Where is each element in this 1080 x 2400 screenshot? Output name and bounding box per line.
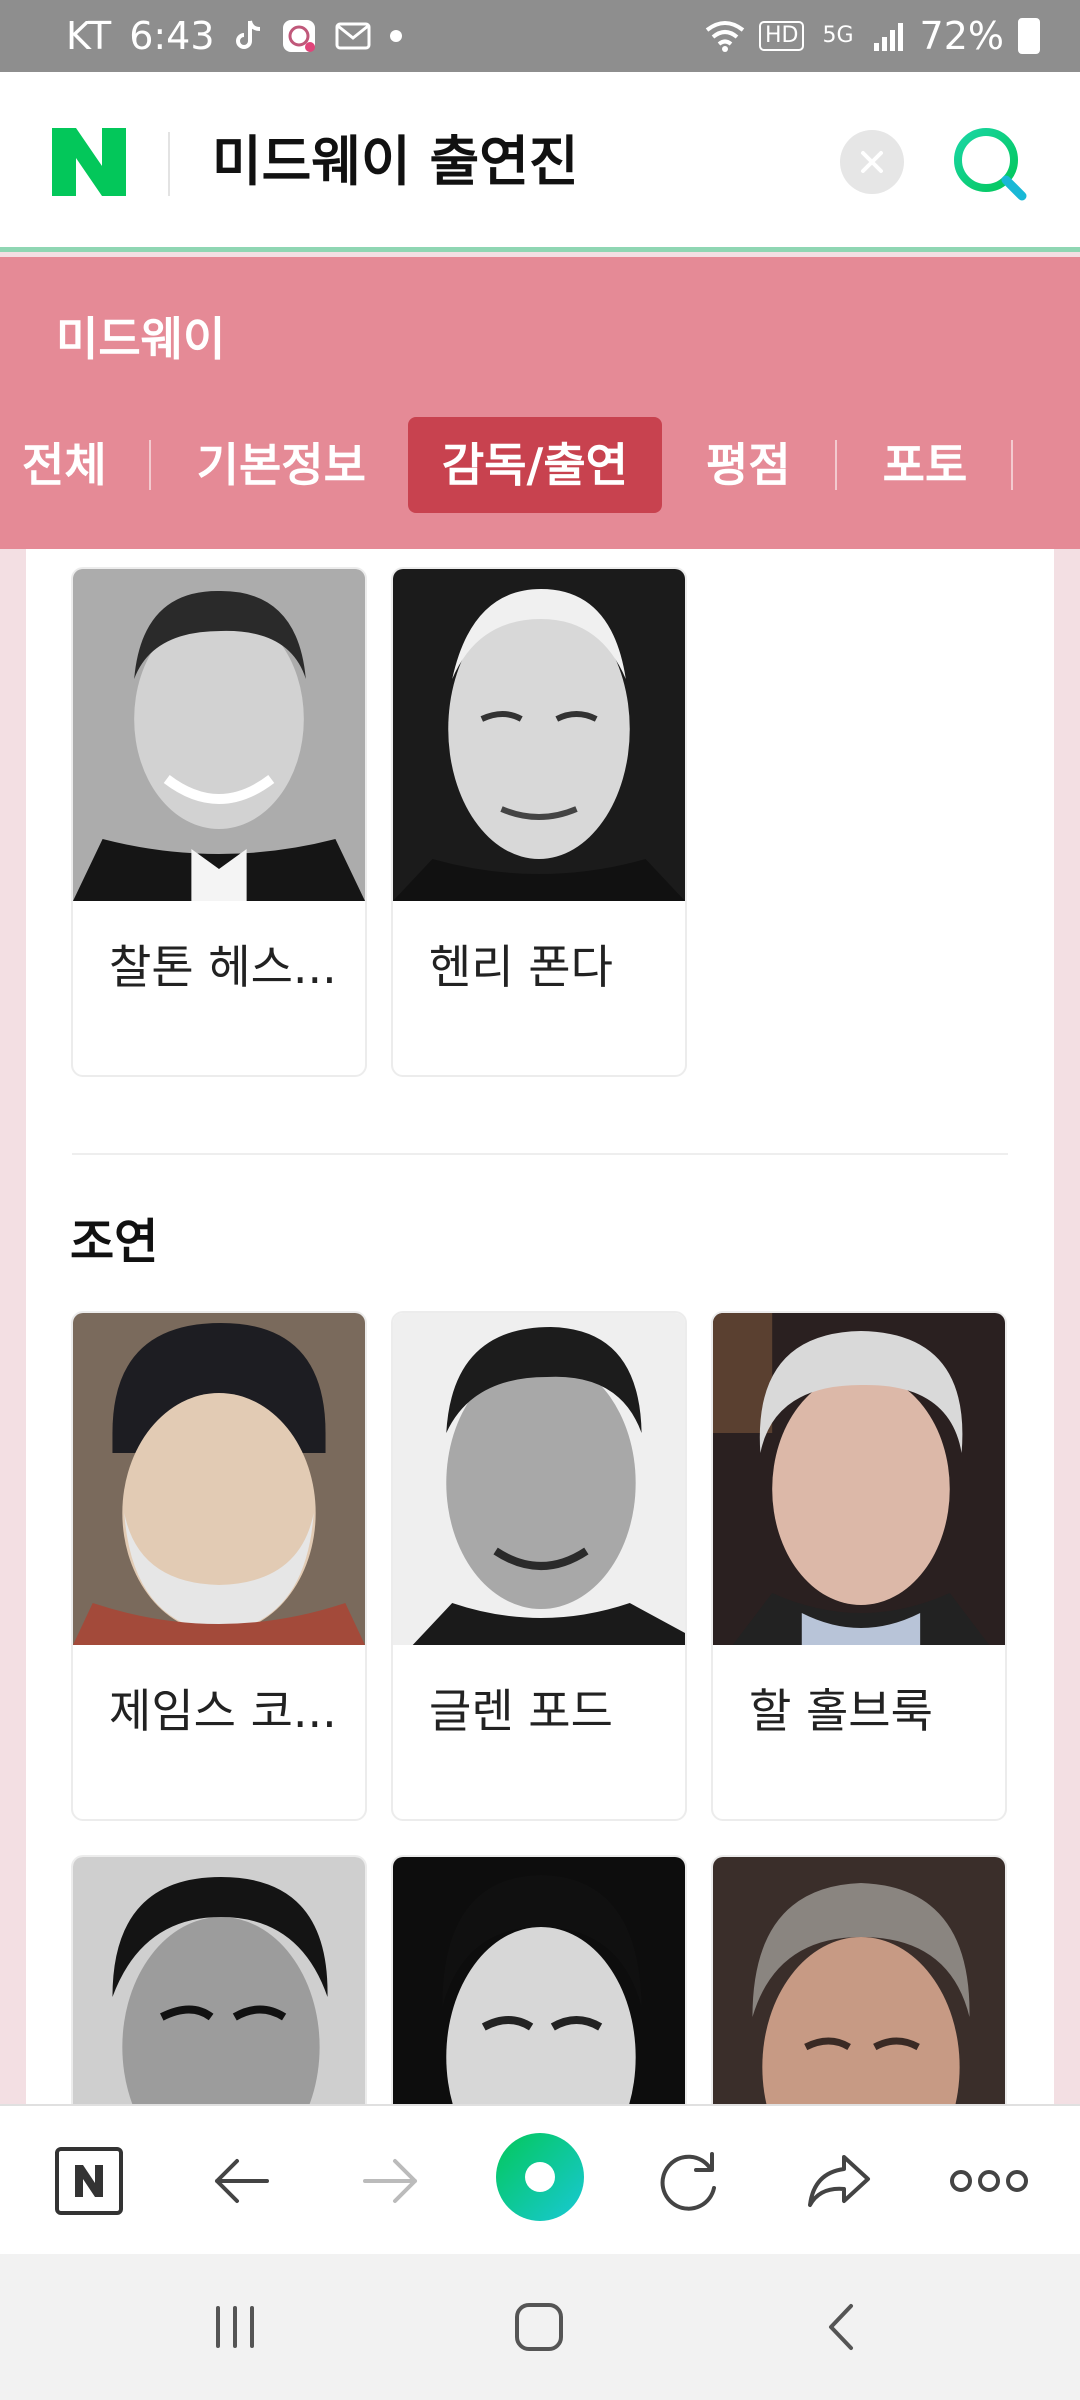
section-divider: [72, 1153, 1008, 1155]
actor-photo: [73, 1857, 365, 2104]
cast-card[interactable]: [391, 1855, 687, 2104]
hd-indicator: HD: [759, 21, 805, 51]
tab-rating[interactable]: 평점: [706, 417, 791, 513]
forward-button[interactable]: [346, 2136, 436, 2226]
cast-card[interactable]: [711, 1855, 1007, 2104]
wifi-icon: [705, 20, 745, 52]
naver-logo[interactable]: [52, 128, 126, 196]
back-icon: [829, 2304, 853, 2350]
clear-search-button[interactable]: [840, 130, 904, 194]
more-button[interactable]: [944, 2136, 1034, 2226]
back-nav-button[interactable]: [796, 2282, 886, 2372]
search-query[interactable]: 미드웨이 출연진: [212, 124, 579, 200]
dot-icon: [389, 29, 403, 43]
cast-card[interactable]: [71, 1855, 367, 2104]
tab-photo[interactable]: 포토: [883, 417, 968, 513]
header-divider: [168, 132, 170, 196]
tab-separator: [834, 440, 837, 490]
home-icon: [515, 2303, 563, 2351]
cast-card[interactable]: 글렌 포드: [391, 1311, 687, 1821]
supporting-cast-title: 조연: [70, 1214, 159, 1270]
cast-card[interactable]: 할 홀브룩: [711, 1311, 1007, 1821]
movie-title[interactable]: 미드웨이: [56, 307, 225, 371]
actor-name: 찰톤 헤스...: [109, 940, 337, 994]
status-bar: KT 6:43 HD 5G 72%: [0, 0, 1080, 72]
back-arrow-icon: [215, 2159, 269, 2203]
share-button[interactable]: [794, 2136, 884, 2226]
clock: 6:43: [129, 14, 215, 58]
green-dot-icon: [496, 2133, 584, 2221]
actor-name: 글렌 포드: [429, 1684, 613, 1738]
cast-card[interactable]: 찰톤 헤스...: [71, 567, 367, 1077]
naver-home-icon: [55, 2147, 123, 2215]
tab-bar: 전체 기본정보 감독/출연 평점 포토: [0, 415, 1080, 515]
tab-basic-info[interactable]: 기본정보: [197, 417, 366, 513]
search-icon: [954, 128, 1027, 201]
cast-card[interactable]: 제임스 코...: [71, 1311, 367, 1821]
android-navigation-bar: [0, 2254, 1080, 2400]
actor-photo: [393, 569, 685, 901]
app-notification-icon: [281, 18, 317, 54]
actor-photo: [713, 1313, 1005, 1645]
more-icon: [950, 2170, 1028, 2192]
refresh-button[interactable]: [644, 2136, 734, 2226]
tiktok-icon: [233, 19, 263, 53]
naver-home-button[interactable]: [44, 2136, 134, 2226]
actor-photo: [73, 569, 365, 901]
actor-photo: [393, 1857, 685, 2104]
actor-name: 할 홀브룩: [749, 1684, 933, 1738]
tab-separator: [148, 440, 151, 490]
movie-info-panel: 미드웨이 전체 기본정보 감독/출연 평점 포토: [0, 257, 1080, 549]
network-indicator: 5G: [822, 23, 854, 48]
search-button[interactable]: [948, 122, 1032, 206]
green-dot-button[interactable]: [495, 2132, 585, 2222]
signal-icon: [872, 21, 906, 51]
back-button[interactable]: [196, 2136, 286, 2226]
share-icon: [808, 2155, 870, 2207]
cast-card[interactable]: 헨리 폰다: [391, 567, 687, 1077]
home-button[interactable]: [494, 2282, 584, 2372]
battery-icon: [1018, 18, 1040, 54]
tab-all[interactable]: 전체: [22, 417, 107, 513]
actor-photo: [73, 1313, 365, 1645]
actor-photo: [393, 1313, 685, 1645]
cast-content: 찰톤 헤스... 헨리 폰다 조연 제임스 코... 글렌 포드 할 홀브룩: [26, 549, 1054, 2104]
recent-apps-icon: [216, 2306, 254, 2348]
browser-toolbar: [0, 2104, 1080, 2254]
recent-apps-button[interactable]: [190, 2282, 280, 2372]
refresh-icon: [660, 2152, 716, 2211]
tab-separator: [1011, 440, 1014, 490]
actor-name: 헨리 폰다: [429, 940, 613, 994]
close-icon: [861, 151, 883, 173]
carrier-label: KT: [66, 14, 112, 58]
actor-name: 제임스 코...: [109, 1684, 337, 1738]
search-header: 미드웨이 출연진: [0, 72, 1080, 252]
mail-icon: [335, 22, 371, 50]
forward-arrow-icon: [363, 2159, 417, 2203]
tab-director-cast[interactable]: 감독/출연: [407, 417, 663, 513]
actor-photo: [713, 1857, 1005, 2104]
battery-percentage: 72%: [919, 14, 1004, 58]
